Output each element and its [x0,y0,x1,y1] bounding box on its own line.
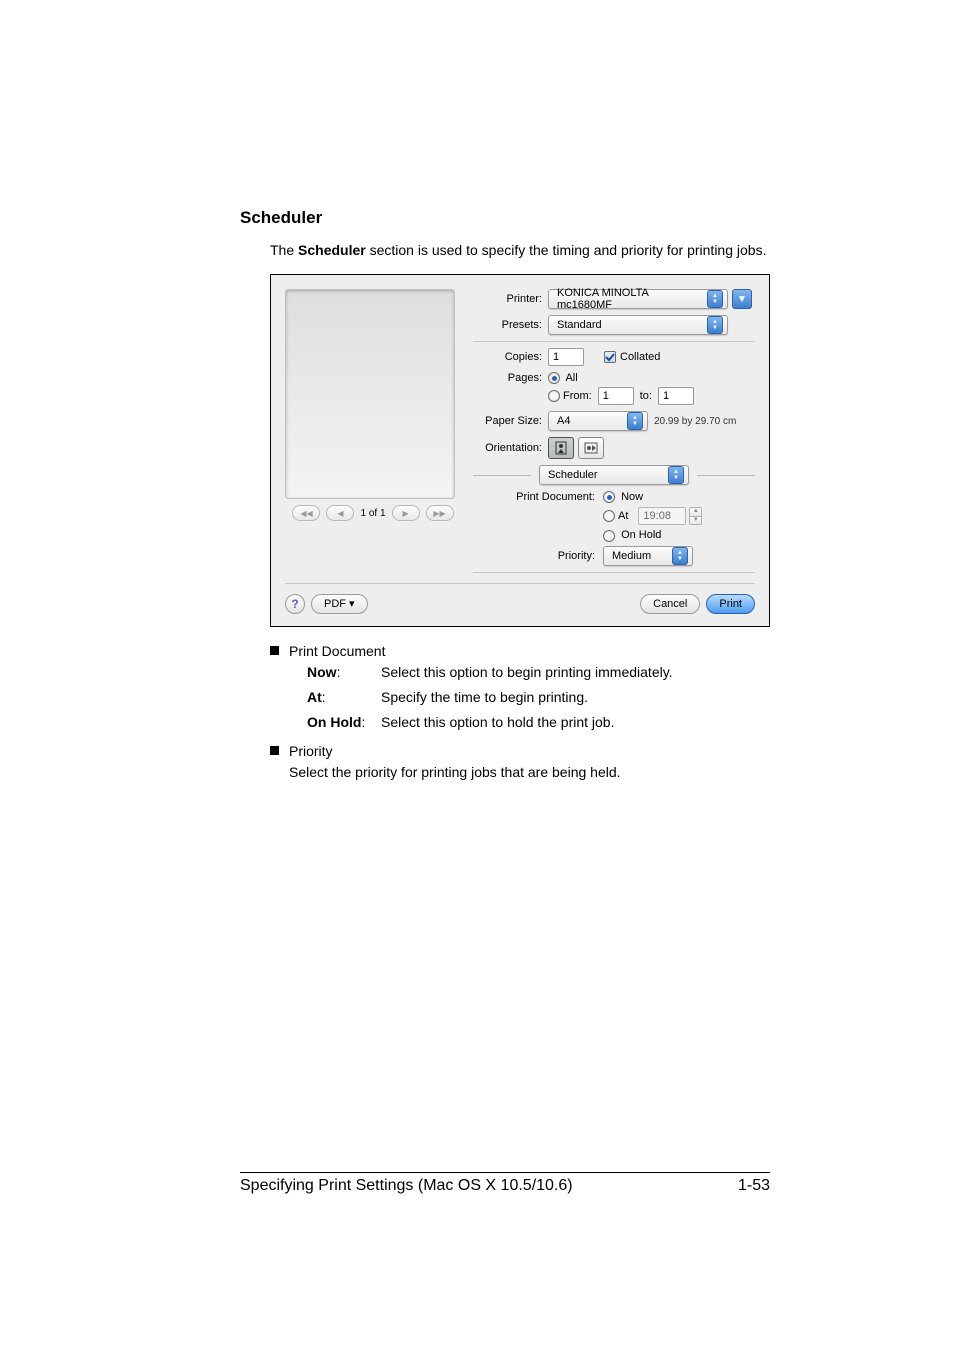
papersize-select[interactable]: A4 ▲▼ [548,411,648,431]
pages-to-label: to: [640,390,652,402]
print-now-radio[interactable] [603,491,615,503]
page-footer: Specifying Print Settings (Mac OS X 10.5… [240,1172,770,1195]
print-dialog-screenshot: ◀◀ ◀ 1 of 1 ▶ ▶▶ Printer: KONICA MINOLTA… [270,274,770,626]
bullet-icon [270,646,279,655]
print-now-label: Now [621,491,643,503]
footer-right: 1-53 [738,1177,770,1195]
chevron-updown-icon: ▲▼ [707,316,723,334]
def-desc-now: Select this option to begin printing imm… [381,662,673,683]
pdf-menu-button[interactable]: PDF ▾ [311,594,368,614]
priority-select[interactable]: Medium ▲▼ [603,546,693,566]
bullet-icon [270,746,279,755]
chevron-updown-icon: ▲▼ [668,466,684,484]
paper-dimensions: 20.99 by 29.70 cm [654,416,736,427]
papersize-value: A4 [557,415,623,427]
def-term-now: Now: [307,662,381,683]
pager-next-button[interactable]: ▶ [392,505,420,521]
landscape-icon [584,442,598,454]
chevron-updown-icon: ▲▼ [672,547,688,565]
collated-checkbox[interactable] [604,351,616,363]
pages-from-radio[interactable] [548,390,560,402]
print-at-radio[interactable] [603,510,615,522]
pages-from-input[interactable]: 1 [598,387,634,405]
pager-prev-button[interactable]: ◀ [326,505,354,521]
priority-value: Medium [612,550,668,562]
presets-value: Standard [557,319,703,331]
printer-select[interactable]: KONICA MINOLTA mc1680MF ▲▼ [548,289,728,309]
def-term-at: At: [307,687,381,708]
pages-label: Pages: [473,372,548,384]
print-at-label: At [618,510,628,522]
orientation-portrait-button[interactable] [548,437,574,459]
orientation-label: Orientation: [473,442,548,454]
intro-bold: Scheduler [298,242,366,258]
priority-desc: Select the priority for printing jobs th… [289,762,621,783]
papersize-label: Paper Size: [473,415,548,427]
def-desc-at: Specify the time to begin printing. [381,687,673,708]
intro-before: The [270,242,298,258]
page-preview [285,289,455,499]
pager-status: 1 of 1 [360,508,385,519]
pages-all-radio[interactable] [548,372,560,384]
footer-left: Specifying Print Settings (Mac OS X 10.5… [240,1177,573,1195]
print-at-time-input[interactable]: 19:08 [638,507,686,525]
panel-select[interactable]: Scheduler ▲▼ [539,465,689,485]
pages-all-label: All [565,372,577,384]
help-button[interactable]: ? [285,594,305,614]
panel-select-value: Scheduler [548,469,664,481]
printer-label: Printer: [473,293,548,305]
printer-value: KONICA MINOLTA mc1680MF [557,287,703,311]
print-onhold-radio[interactable] [603,530,615,542]
pager-first-button[interactable]: ◀◀ [292,505,320,521]
pager-last-button[interactable]: ▶▶ [426,505,454,521]
preview-pager: ◀◀ ◀ 1 of 1 ▶ ▶▶ [285,505,461,521]
collated-label: Collated [620,351,660,363]
priority-bullet: Priority [289,741,621,762]
def-term-onhold: On Hold: [307,712,381,733]
orientation-landscape-button[interactable] [578,437,604,459]
cancel-button[interactable]: Cancel [640,594,700,614]
print-document-label: Print Document: [503,491,603,503]
presets-select[interactable]: Standard ▲▼ [548,315,728,335]
copies-label: Copies: [473,351,548,363]
section-heading: Scheduler [240,208,770,228]
chevron-updown-icon: ▲▼ [707,290,723,308]
print-document-bullet: Print Document [289,641,673,662]
portrait-icon [555,441,567,455]
intro-after: section is used to specify the timing an… [366,242,767,258]
time-stepper[interactable]: ▲▼ [689,507,702,525]
printer-info-button[interactable]: ▼ [732,289,752,309]
copies-input[interactable]: 1 [548,348,584,366]
chevron-updown-icon: ▲▼ [627,412,643,430]
pages-from-label: From: [563,390,592,402]
presets-label: Presets: [473,319,548,331]
print-button[interactable]: Print [706,594,755,614]
priority-label: Priority: [503,550,603,562]
def-desc-onhold: Select this option to hold the print job… [381,712,673,733]
pages-to-input[interactable]: 1 [658,387,694,405]
print-onhold-label: On Hold [621,529,661,541]
intro-paragraph: The Scheduler section is used to specify… [270,240,770,260]
